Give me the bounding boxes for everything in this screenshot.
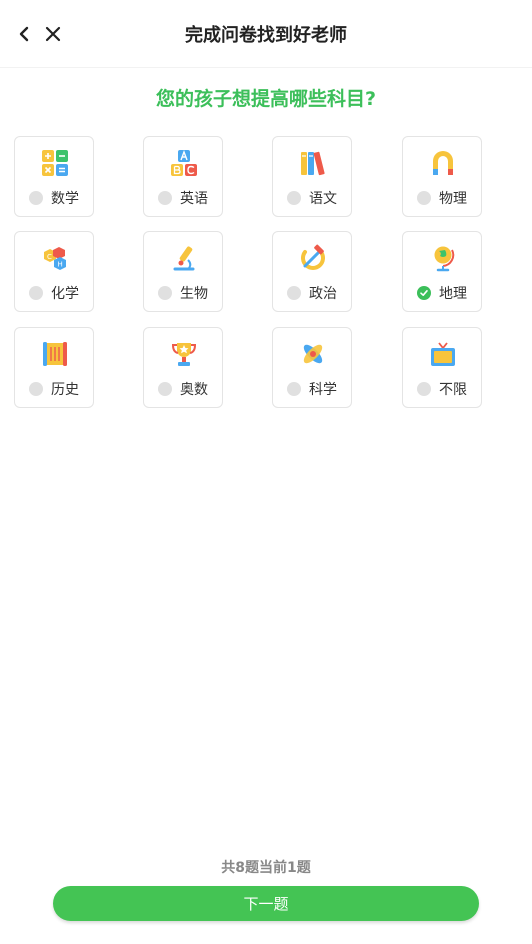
radio-button-checked[interactable] <box>417 286 431 300</box>
subject-label: 化学 <box>51 286 79 302</box>
radio-button[interactable] <box>417 191 431 205</box>
subject-option-physics[interactable]: 物理 <box>402 136 482 217</box>
page-title: 完成问卷找到好老师 <box>185 25 347 46</box>
microscope-icon <box>170 244 198 272</box>
subject-option-math[interactable]: 数学 <box>14 136 94 217</box>
subject-label: 历史 <box>51 382 79 398</box>
subject-label: 语文 <box>309 191 337 207</box>
radio-button[interactable] <box>29 191 43 205</box>
trophy-icon <box>170 340 198 368</box>
subject-label: 地理 <box>439 286 467 302</box>
svg-text:H: H <box>58 261 63 269</box>
radio-button[interactable] <box>158 382 172 396</box>
question-title: 您的孩子想提高哪些科目? <box>155 88 377 110</box>
radio-button[interactable] <box>29 286 43 300</box>
math-icon <box>41 149 69 177</box>
subject-label: 奥数 <box>180 382 208 398</box>
subject-label: 生物 <box>180 286 208 302</box>
subject-option-history[interactable]: 历史 <box>14 327 94 408</box>
molecule-icon: C H <box>41 244 69 272</box>
subject-option-any[interactable]: 不限 <box>402 327 482 408</box>
subject-option-geography[interactable]: 地理 <box>402 231 482 312</box>
tv-icon <box>429 340 457 368</box>
question-progress: 共8题当前1题 <box>221 860 311 876</box>
subject-option-science[interactable]: 科学 <box>272 327 352 408</box>
subject-option-olympiad-math[interactable]: 奥数 <box>143 327 223 408</box>
books-icon <box>299 149 327 177</box>
subject-label: 英语 <box>180 191 208 207</box>
subject-label: 不限 <box>439 382 467 398</box>
subject-option-biology[interactable]: 生物 <box>143 231 223 312</box>
subject-label: 科学 <box>309 382 337 398</box>
subject-option-chinese[interactable]: 语文 <box>272 136 352 217</box>
scroll-icon <box>41 340 69 368</box>
subject-label: 物理 <box>439 191 467 207</box>
next-question-button[interactable]: 下一题 <box>53 886 479 921</box>
radio-button[interactable] <box>158 286 172 300</box>
magnet-icon <box>429 149 457 177</box>
subject-option-chemistry[interactable]: C H 化学 <box>14 231 94 312</box>
top-bar: 完成问卷找到好老师 <box>0 0 532 68</box>
radio-button[interactable] <box>417 382 431 396</box>
radio-button[interactable] <box>158 191 172 205</box>
radio-button[interactable] <box>287 286 301 300</box>
radio-button[interactable] <box>287 382 301 396</box>
subject-option-politics[interactable]: 政治 <box>272 231 352 312</box>
svg-text:C: C <box>47 253 52 261</box>
radio-button[interactable] <box>29 382 43 396</box>
check-icon <box>420 290 428 296</box>
subject-label: 政治 <box>309 286 337 302</box>
atom-icon <box>299 340 327 368</box>
radio-button[interactable] <box>287 191 301 205</box>
subject-label: 数学 <box>51 191 79 207</box>
globe-icon <box>429 244 457 272</box>
subject-option-english[interactable]: 英语 <box>143 136 223 217</box>
hammer-sickle-icon <box>299 244 327 272</box>
abc-blocks-icon <box>170 149 198 177</box>
